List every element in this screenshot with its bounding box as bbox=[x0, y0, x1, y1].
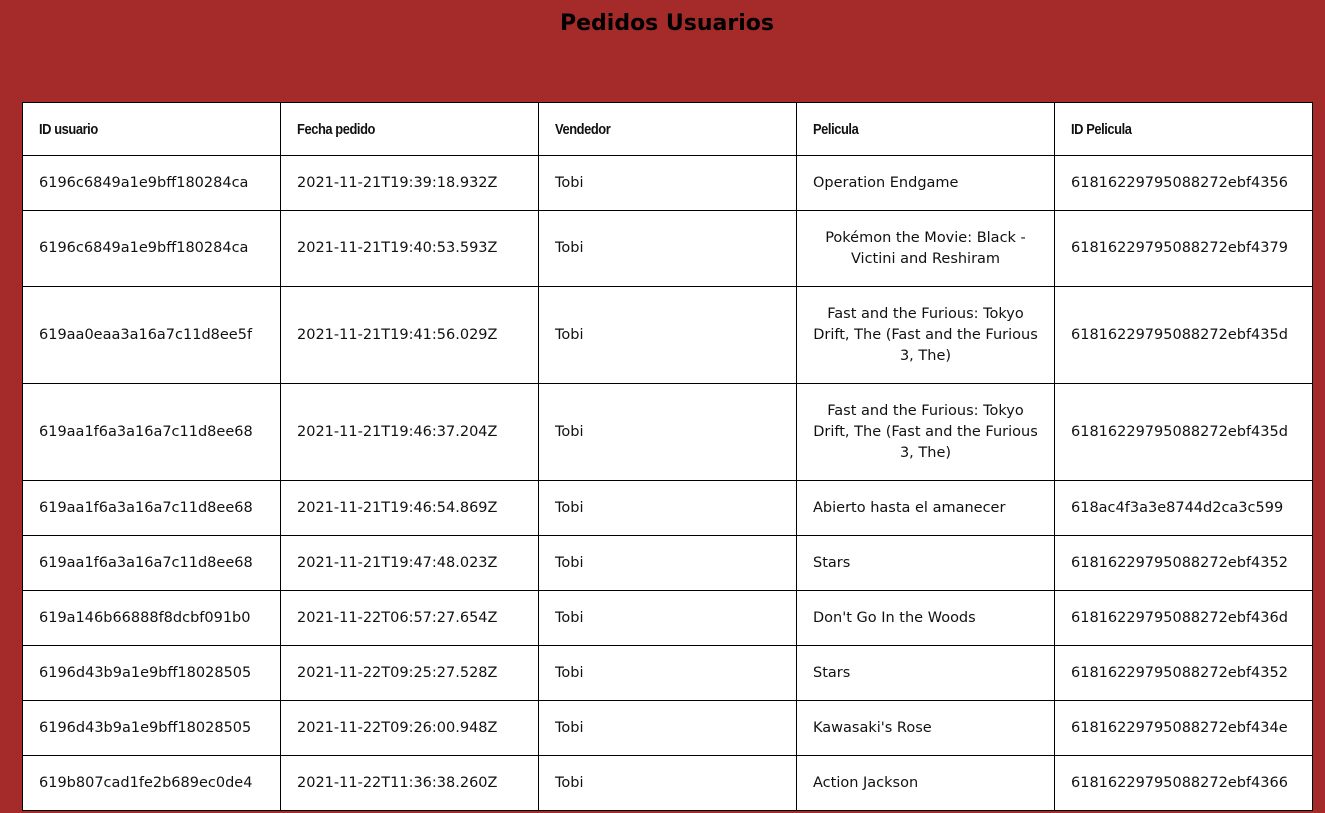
cell-user-id: 619aa1f6a3a16a7c11d8ee68 bbox=[22, 383, 281, 481]
cell-movie-id: 61816229795088272ebf434e bbox=[1054, 700, 1313, 756]
cell-order-date: 2021-11-22T09:25:27.528Z bbox=[280, 645, 539, 701]
cell-movie-id: 61816229795088272ebf436d bbox=[1054, 590, 1313, 646]
page-title: Pedidos Usuarios bbox=[559, 11, 775, 36]
cell-order-date: 2021-11-22T09:26:00.948Z bbox=[280, 700, 539, 756]
cell-movie: Abierto hasta el amanecer bbox=[796, 480, 1055, 536]
cell-movie: Action Jackson bbox=[796, 755, 1055, 811]
header-movie: Pelicula bbox=[796, 102, 1055, 156]
table-row: 619b807cad1fe2b689ec0de4 2021-11-22T11:3… bbox=[22, 755, 1313, 811]
cell-user-id: 6196d43b9a1e9bff18028505 bbox=[22, 645, 281, 701]
cell-order-date: 2021-11-21T19:46:54.869Z bbox=[280, 480, 539, 536]
header-user-id: ID usuario bbox=[22, 102, 281, 156]
cell-movie-id: 61816229795088272ebf4379 bbox=[1054, 210, 1313, 287]
cell-seller: Tobi bbox=[538, 286, 797, 384]
cell-seller: Tobi bbox=[538, 590, 797, 646]
table-row: 619aa1f6a3a16a7c11d8ee68 2021-11-21T19:4… bbox=[22, 535, 1313, 591]
cell-movie-id: 61816229795088272ebf435d bbox=[1054, 383, 1313, 481]
table-row: 6196d43b9a1e9bff18028505 2021-11-22T09:2… bbox=[22, 645, 1313, 701]
cell-movie-id: 618ac4f3a3e8744d2ca3c599 bbox=[1054, 480, 1313, 536]
cell-seller: Tobi bbox=[538, 645, 797, 701]
table-row: 6196c6849a1e9bff180284ca 2021-11-21T19:4… bbox=[22, 210, 1313, 287]
cell-seller: Tobi bbox=[538, 480, 797, 536]
table-row: 619aa1f6a3a16a7c11d8ee68 2021-11-21T19:4… bbox=[22, 383, 1313, 481]
cell-order-date: 2021-11-21T19:46:37.204Z bbox=[280, 383, 539, 481]
header-movie-id: ID Pelicula bbox=[1054, 102, 1313, 156]
table-row: 619aa1f6a3a16a7c11d8ee68 2021-11-21T19:4… bbox=[22, 480, 1313, 536]
orders-table: ID usuario Fecha pedido Vendedor Pelicul… bbox=[22, 102, 1313, 811]
cell-movie-id: 61816229795088272ebf4352 bbox=[1054, 645, 1313, 701]
cell-user-id: 6196c6849a1e9bff180284ca bbox=[22, 155, 281, 211]
cell-user-id: 6196c6849a1e9bff180284ca bbox=[22, 210, 281, 287]
cell-user-id: 619aa0eaa3a16a7c11d8ee5f bbox=[22, 286, 281, 384]
cell-seller: Tobi bbox=[538, 210, 797, 287]
cell-movie-id: 61816229795088272ebf4352 bbox=[1054, 535, 1313, 591]
cell-movie-id: 61816229795088272ebf435d bbox=[1054, 286, 1313, 384]
cell-movie: Pokémon the Movie: Black - Victini and R… bbox=[796, 210, 1055, 287]
cell-seller: Tobi bbox=[538, 700, 797, 756]
cell-order-date: 2021-11-21T19:41:56.029Z bbox=[280, 286, 539, 384]
cell-movie-id: 61816229795088272ebf4356 bbox=[1054, 155, 1313, 211]
cell-user-id: 619aa1f6a3a16a7c11d8ee68 bbox=[22, 480, 281, 536]
table-row: 6196c6849a1e9bff180284ca 2021-11-21T19:3… bbox=[22, 155, 1313, 211]
cell-user-id: 619b807cad1fe2b689ec0de4 bbox=[22, 755, 281, 811]
cell-seller: Tobi bbox=[538, 383, 797, 481]
cell-seller: Tobi bbox=[538, 755, 797, 811]
cell-order-date: 2021-11-21T19:40:53.593Z bbox=[280, 210, 539, 287]
cell-movie: Fast and the Furious: Tokyo Drift, The (… bbox=[796, 286, 1055, 384]
cell-movie: Don't Go In the Woods bbox=[796, 590, 1055, 646]
cell-movie: Fast and the Furious: Tokyo Drift, The (… bbox=[796, 383, 1055, 481]
cell-order-date: 2021-11-22T11:36:38.260Z bbox=[280, 755, 539, 811]
table-header-row: ID usuario Fecha pedido Vendedor Pelicul… bbox=[22, 102, 1313, 156]
cell-order-date: 2021-11-22T06:57:27.654Z bbox=[280, 590, 539, 646]
cell-movie: Operation Endgame bbox=[796, 155, 1055, 211]
cell-movie: Stars bbox=[796, 535, 1055, 591]
header-seller: Vendedor bbox=[538, 102, 797, 156]
table-row: 6196d43b9a1e9bff18028505 2021-11-22T09:2… bbox=[22, 700, 1313, 756]
header-order-date: Fecha pedido bbox=[280, 102, 539, 156]
cell-movie-id: 61816229795088272ebf4366 bbox=[1054, 755, 1313, 811]
cell-seller: Tobi bbox=[538, 535, 797, 591]
cell-movie: Stars bbox=[796, 645, 1055, 701]
table-row: 619a146b66888f8dcbf091b0 2021-11-22T06:5… bbox=[22, 590, 1313, 646]
cell-order-date: 2021-11-21T19:47:48.023Z bbox=[280, 535, 539, 591]
cell-seller: Tobi bbox=[538, 155, 797, 211]
cell-movie: Kawasaki's Rose bbox=[796, 700, 1055, 756]
cell-user-id: 619aa1f6a3a16a7c11d8ee68 bbox=[22, 535, 281, 591]
cell-user-id: 619a146b66888f8dcbf091b0 bbox=[22, 590, 281, 646]
cell-order-date: 2021-11-21T19:39:18.932Z bbox=[280, 155, 539, 211]
table-row: 619aa0eaa3a16a7c11d8ee5f 2021-11-21T19:4… bbox=[22, 286, 1313, 384]
cell-user-id: 6196d43b9a1e9bff18028505 bbox=[22, 700, 281, 756]
